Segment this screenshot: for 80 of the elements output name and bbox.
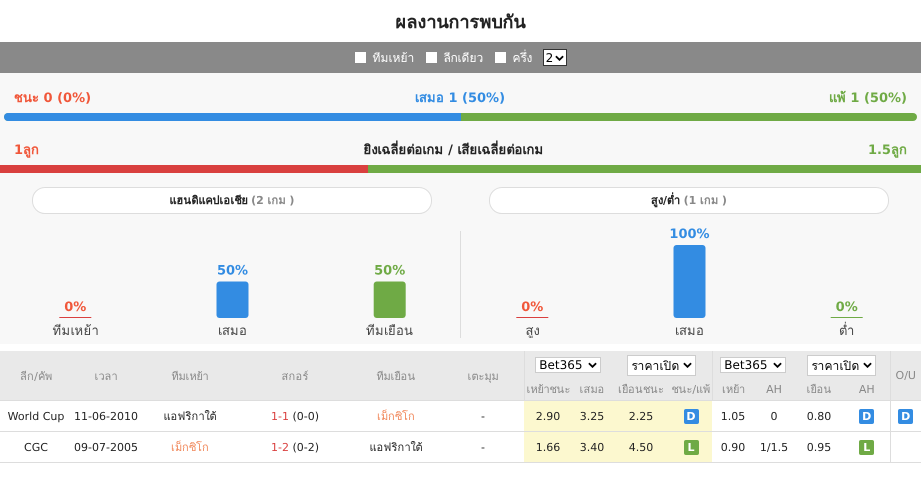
count-select[interactable]: 2 [542, 49, 568, 66]
column-header: O/U [890, 351, 921, 400]
table-cell: 1-2 (0-2) [240, 432, 350, 462]
chart-bar [216, 282, 248, 318]
table-cell: 11-06-2010 [72, 400, 140, 432]
table-cell: CGC [0, 432, 72, 462]
panel-header: สูง/ต่ำ (1 เกม ) [489, 187, 889, 214]
column-header: เตะมุม [442, 351, 524, 400]
result-badge: D [684, 408, 698, 424]
checkbox[interactable] [354, 51, 367, 64]
table-cell: 3.40 [572, 432, 612, 462]
table-cell: 1-1 (0-0) [240, 400, 350, 432]
category-label: เสมอ [218, 324, 246, 338]
column-header: เหย้าชนะ [524, 378, 572, 400]
table-cell: แอฟริกาใต้ [350, 432, 442, 462]
table-cell: เม็กซิโก [140, 432, 240, 462]
checkbox[interactable] [424, 51, 438, 64]
data-label: 0% [64, 300, 86, 315]
caret-icon [773, 362, 782, 368]
data-label: 0% [835, 300, 858, 315]
panel-header: แฮนดิแคปเอเชีย (2 เกม ) [32, 187, 432, 214]
column-header: เสมอ [572, 378, 612, 400]
column-header: ทีมเหย้า [140, 351, 240, 400]
column-header: เยือน [794, 378, 844, 400]
table-cell: 0.80 [794, 400, 844, 432]
column-header: เยือนชนะ [612, 378, 670, 400]
table-cell: 09-07-2005 [72, 432, 140, 462]
chart-bar [373, 282, 406, 318]
table-cell: เม็กซิโก [350, 400, 442, 432]
page-title: ผลงานการพบกัน [394, 11, 527, 35]
category-label: เสมอ [674, 324, 704, 338]
column-header: ทีมเยือน [350, 351, 442, 400]
bookmaker-select[interactable]: Bet365 [720, 357, 786, 373]
loss-count: แพ้ 1 (50%) [828, 90, 907, 108]
price-select[interactable]: ราคาเปิด [627, 354, 696, 376]
result-badge: D [859, 408, 874, 424]
table-cell: 1.66 [524, 432, 572, 462]
data-label: 50% [374, 264, 405, 278]
bookmaker-select[interactable]: Bet365 [535, 357, 602, 373]
table-cell: 3.25 [572, 400, 612, 432]
table-cell: 0.95 [794, 432, 844, 462]
column-header: สกอร์ [240, 351, 350, 400]
caret-icon [555, 54, 564, 60]
table-cell: 2.90 [524, 400, 572, 432]
column-header: เหย้า [712, 378, 754, 400]
caret-icon [588, 362, 598, 368]
table-cell: 1/1.5 [754, 432, 794, 462]
data-label: 50% [216, 264, 248, 278]
win-count: ชนะ 0 (0%) [14, 90, 92, 108]
column-header: ชนะ/แพ้ [670, 378, 712, 400]
data-label: 0% [520, 300, 543, 315]
price-select[interactable]: ราคาเปิด [807, 354, 876, 376]
column-header: AH [844, 378, 890, 400]
column-header: ลีก/คัพ [0, 351, 72, 400]
category-label: ต่ำ [838, 324, 854, 338]
checkbox[interactable] [494, 51, 507, 64]
column-header: AH [754, 378, 794, 400]
result-badge: L [859, 440, 874, 454]
data-label: 100% [668, 227, 710, 242]
filter-label: ทีมเหย้า [372, 50, 415, 67]
result-badge: D [898, 408, 914, 424]
result-badge: L [684, 440, 698, 454]
table-cell: แอฟริกาใต้ [140, 400, 240, 432]
draw-count: เสมอ 1 (50%) [414, 90, 506, 108]
filter-label: ครึ่ง [512, 48, 533, 67]
category-label: ทีมเหย้า [52, 324, 98, 338]
caret-icon [863, 362, 872, 368]
goals-against: 1.5ลูก [868, 142, 907, 160]
table-cell: 2.25 [612, 400, 670, 432]
filter-label: ลีกเดียว [444, 50, 484, 67]
table-cell: 0.90 [712, 432, 754, 462]
table-cell: 1.05 [712, 400, 754, 432]
category-label: ทีมเยือน [366, 324, 413, 338]
caret-icon [683, 362, 692, 368]
table-cell: World Cup [0, 400, 72, 432]
goals-for: 1ลูก [14, 142, 40, 160]
column-header: เวลา [72, 351, 140, 400]
table-cell: 0 [754, 400, 794, 432]
table-cell: 4.50 [612, 432, 670, 462]
goals-label: ยิงเฉลี่ยต่อเกม / เสียเฉลี่ยต่อเกม [364, 139, 544, 160]
